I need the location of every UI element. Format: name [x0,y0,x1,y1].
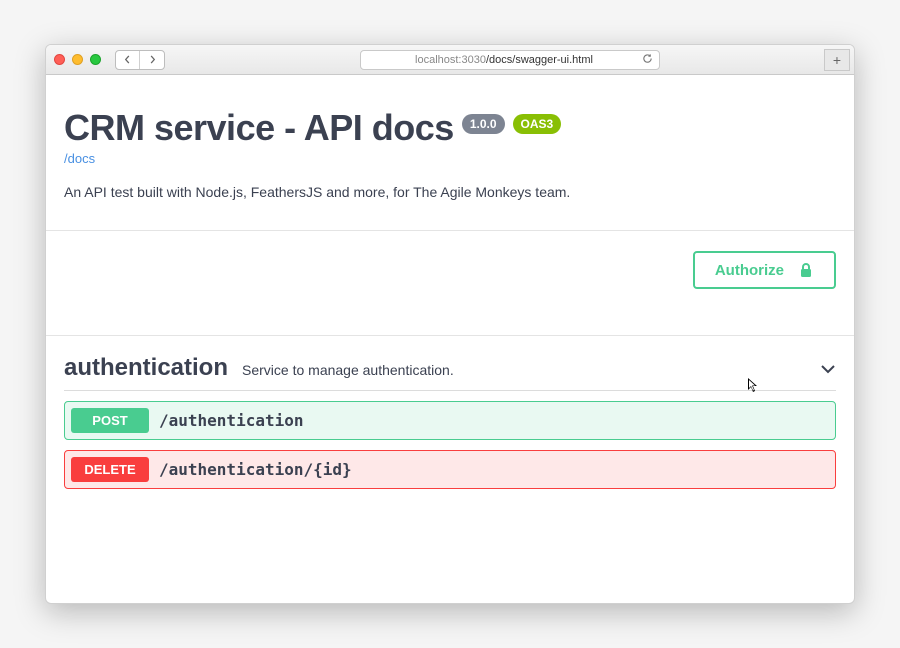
operations-list: POST /authentication DELETE /authenticat… [64,401,836,489]
tag-description: Service to manage authentication. [242,362,454,378]
method-badge: POST [71,408,149,433]
operation-delete-authentication-id[interactable]: DELETE /authentication/{id} [64,450,836,489]
url-text: localhost:3030/docs/swagger-ui.html [367,54,642,66]
title-row: CRM service - API docs 1.0.0 OAS3 [64,107,836,149]
api-title: CRM service - API docs [64,107,454,149]
close-window-icon[interactable] [54,54,65,65]
tag-header-authentication[interactable]: authentication Service to manage authent… [64,354,836,391]
endpoint-path: /authentication [159,411,304,430]
new-tab-button[interactable]: + [824,49,850,71]
chevron-right-icon [148,55,157,64]
url-bar[interactable]: localhost:3030/docs/swagger-ui.html [360,50,660,70]
traffic-lights [54,54,101,65]
minimize-window-icon[interactable] [72,54,83,65]
version-badge: 1.0.0 [462,114,505,134]
url-host: localhost:3030 [415,54,486,66]
tag-section: authentication Service to manage authent… [64,354,836,489]
method-badge: DELETE [71,457,149,482]
lock-icon [798,261,814,279]
tag-name: authentication [64,354,228,382]
reload-icon[interactable] [642,53,653,67]
authorize-label: Authorize [715,262,784,279]
zoom-window-icon[interactable] [90,54,101,65]
nav-back-forward [115,50,165,70]
endpoint-path: /authentication/{id} [159,460,352,479]
oas-badge: OAS3 [513,114,562,134]
page-content: CRM service - API docs 1.0.0 OAS3 /docs … [46,75,854,603]
operation-post-authentication[interactable]: POST /authentication [64,401,836,440]
chevron-down-icon [820,362,836,378]
docs-link[interactable]: /docs [64,151,836,166]
authorize-button[interactable]: Authorize [693,251,836,289]
browser-toolbar: localhost:3030/docs/swagger-ui.html + [46,45,854,75]
api-description: An API test built with Node.js, Feathers… [64,184,836,200]
divider [46,335,854,336]
url-path: /docs/swagger-ui.html [486,54,593,66]
authorize-row: Authorize [64,231,836,305]
forward-button[interactable] [140,51,164,69]
chevron-left-icon [123,55,132,64]
browser-window: localhost:3030/docs/swagger-ui.html + CR… [45,44,855,604]
back-button[interactable] [116,51,140,69]
